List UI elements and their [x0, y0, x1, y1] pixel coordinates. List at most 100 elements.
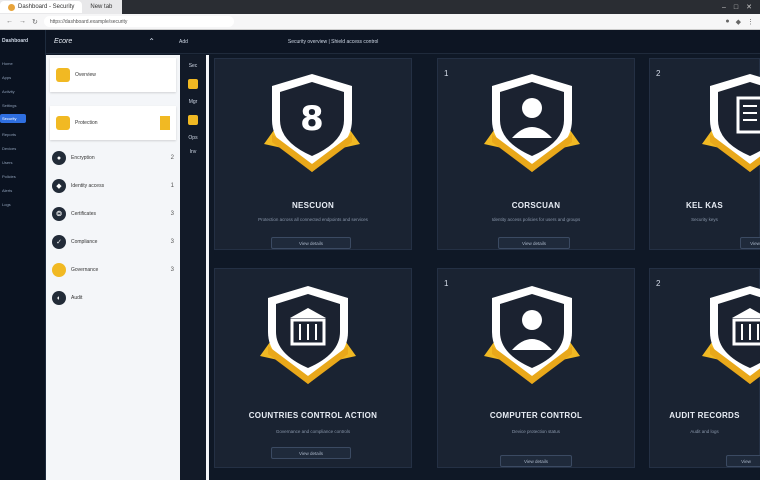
card-subtitle: Audit and logs: [690, 429, 719, 434]
folder-icon: [56, 116, 70, 130]
audit-icon: ◐: [52, 291, 66, 305]
panel-item-label: Identity access: [71, 183, 105, 189]
tab-title-2: New tab: [90, 4, 113, 10]
gold-folder-icon[interactable]: [188, 79, 198, 89]
card-details-button[interactable]: View: [740, 237, 760, 249]
browser-tab-active[interactable]: Dashboard - Security: [0, 1, 83, 13]
panel-item-count: 3: [170, 239, 174, 245]
lock-icon: ●: [52, 151, 66, 165]
back-icon[interactable]: ←: [6, 18, 13, 25]
panel-item-protection[interactable]: Protection: [50, 106, 176, 140]
panel-item-label: Encryption: [71, 155, 95, 161]
card-title: COUNTRIES CONTROL ACTION: [248, 411, 378, 420]
card-subtitle: Governance and compliance controls: [275, 429, 351, 434]
rail-item-policies[interactable]: Policies: [0, 165, 45, 179]
iconcol-sec[interactable]: Sec: [180, 63, 206, 69]
iconcol-ops[interactable]: Ops: [180, 135, 206, 141]
panel-item-identity[interactable]: ◆ Identity access 1: [46, 172, 180, 200]
shield-icon: [482, 72, 582, 182]
certificate-icon: ❂: [52, 207, 66, 221]
favicon-icon: [8, 3, 15, 11]
card-title: NESCUON: [291, 201, 335, 210]
close-icon[interactable]: ✕: [746, 3, 752, 11]
shield-icon: [258, 284, 358, 394]
card-index: 2: [656, 69, 661, 78]
profile-icon[interactable]: ●: [725, 18, 729, 25]
rail-brand: Dashboard: [2, 38, 29, 44]
card-subtitle: Identity access policies for users and g…: [491, 217, 581, 222]
governance-icon: [52, 263, 66, 277]
iconcol-mgr[interactable]: Mgr: [180, 99, 206, 105]
card-subtitle: Device protection status: [511, 429, 561, 434]
panel-item-count: 1: [170, 183, 174, 189]
maximize-icon[interactable]: □: [734, 4, 738, 11]
rail-item-devices[interactable]: Devices: [0, 137, 45, 151]
rail-item-apps[interactable]: Apps: [0, 66, 45, 80]
panel-item-label: Overview: [75, 72, 96, 78]
rail-item-alerts[interactable]: Alerts: [0, 179, 45, 193]
rail-item-reports[interactable]: Reports: [0, 123, 45, 137]
bookmark-icon: [160, 116, 170, 130]
card-details-button[interactable]: View details: [271, 237, 351, 249]
panel-item-label: Audit: [71, 295, 83, 301]
panel-item-count: 3: [170, 211, 174, 217]
card-details-button[interactable]: View details: [500, 455, 572, 467]
browser-address-row: ← → ↻ https://dashboard.example/security…: [0, 14, 760, 30]
rail-item-home[interactable]: Home: [0, 52, 45, 66]
shield-icon: [482, 284, 582, 394]
panel-divider: [206, 55, 209, 480]
minimize-icon[interactable]: –: [722, 4, 726, 11]
rail-item-security[interactable]: Security: [0, 114, 26, 123]
left-rail: Dashboard Home Apps Activity Settings Se…: [0, 30, 46, 480]
card-title: AUDIT RECORDS: [669, 411, 740, 420]
compliance-icon: ✓: [52, 235, 66, 249]
card-title: KEL KAS: [685, 201, 724, 210]
card-index: 1: [444, 69, 449, 78]
shield-icon: [700, 284, 760, 394]
extensions-icon[interactable]: ◆: [736, 18, 741, 26]
panel-item-label: Certificates: [71, 211, 97, 217]
card-subtitle: Protection across all connected endpoint…: [258, 217, 368, 222]
card-details-button[interactable]: View details: [498, 237, 570, 249]
window-controls: – □ ✕: [122, 0, 760, 14]
shield-icon: [700, 72, 760, 182]
reload-icon[interactable]: ↻: [32, 18, 38, 26]
app-logo: Ecore: [54, 38, 73, 45]
panel-item-compliance[interactable]: ✓ Compliance 3: [46, 228, 180, 256]
card-details-button[interactable]: View details: [271, 447, 351, 459]
address-bar[interactable]: https://dashboard.example/security: [43, 16, 234, 27]
panel-item-count: 3: [170, 267, 174, 273]
topbar-center-text: Security overview | Shield access contro…: [287, 38, 379, 45]
menu-icon[interactable]: ⋮: [747, 18, 754, 26]
topbar-label[interactable]: Add: [179, 39, 188, 45]
panel-item-label: Protection: [75, 120, 98, 126]
app-topbar: Ecore ⌃ Add Security overview | Shield a…: [46, 30, 760, 54]
shield-icon: ◆: [52, 179, 66, 193]
card-index: 1: [444, 279, 449, 288]
secondary-icon-column: Sec Mgr Ops Inv: [180, 55, 206, 480]
rail-item-settings[interactable]: Settings: [0, 94, 45, 108]
panel-item-governance[interactable]: Governance 3: [46, 256, 180, 284]
panel-item-certificates[interactable]: ❂ Certificates 3: [46, 200, 180, 228]
rail-item-logs[interactable]: Logs: [0, 193, 45, 207]
panel-item-encryption[interactable]: ● Encryption 2: [46, 144, 180, 172]
panel-item-overview[interactable]: Overview: [50, 58, 176, 92]
rail-item-activity[interactable]: Activity: [0, 80, 45, 94]
tab-title: Dashboard - Security: [18, 4, 75, 10]
gold-folder-icon[interactable]: [188, 115, 198, 125]
card-subtitle: Security keys: [691, 217, 718, 222]
forward-icon[interactable]: →: [19, 18, 26, 25]
shield-icon: 8: [262, 72, 362, 182]
panel-item-label: Compliance: [71, 239, 98, 245]
folder-icon: [56, 68, 70, 82]
browser-tab-2[interactable]: New tab: [82, 1, 120, 13]
rail-item-users[interactable]: Users: [0, 151, 45, 165]
card-index: 2: [656, 279, 661, 288]
collapse-icon[interactable]: ⌃: [148, 37, 155, 46]
svg-text:8: 8: [300, 99, 324, 139]
card-details-button[interactable]: View: [726, 455, 760, 467]
category-panel: Overview Protection ● Encryption 2 ◆ Ide…: [46, 55, 180, 480]
card-title: CORSCUAN: [511, 201, 561, 210]
iconcol-inv[interactable]: Inv: [180, 149, 206, 155]
panel-item-audit[interactable]: ◐ Audit: [46, 284, 180, 312]
